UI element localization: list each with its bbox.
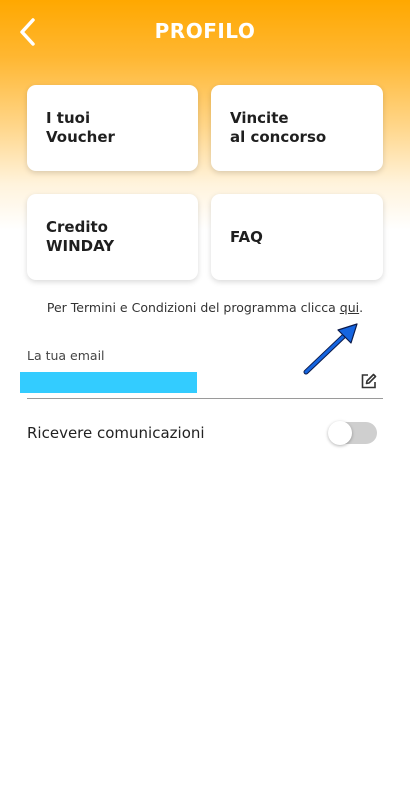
terms-text: Per Termini e Condizioni del programma c… xyxy=(0,300,410,315)
email-field-underline xyxy=(27,398,383,399)
communications-toggle[interactable] xyxy=(328,421,377,445)
edit-email-button[interactable] xyxy=(360,373,377,394)
card-vouchers-label: I tuoi Voucher xyxy=(46,109,115,146)
card-winday-credit[interactable]: Credito WINDAY xyxy=(27,194,198,280)
email-label: La tua email xyxy=(27,348,105,363)
card-contest-wins-label: Vincite al concorso xyxy=(230,109,327,146)
email-value-redacted xyxy=(20,372,197,393)
card-faq-label: FAQ xyxy=(230,227,263,246)
card-faq[interactable]: FAQ xyxy=(211,194,383,280)
terms-text-after: . xyxy=(359,300,364,315)
page-title: PROFILO xyxy=(154,19,256,43)
terms-link[interactable]: qui xyxy=(340,300,359,315)
card-contest-wins[interactable]: Vincite al concorso xyxy=(211,85,383,171)
arrow-icon xyxy=(303,323,358,375)
card-winday-credit-label: Credito WINDAY xyxy=(46,218,115,255)
terms-text-before: Per Termini e Condizioni del programma c… xyxy=(46,300,340,315)
card-vouchers[interactable]: I tuoi Voucher xyxy=(27,85,198,171)
edit-icon xyxy=(361,373,377,389)
toggle-knob xyxy=(328,421,352,445)
communications-label: Ricevere comunicazioni xyxy=(27,424,205,442)
